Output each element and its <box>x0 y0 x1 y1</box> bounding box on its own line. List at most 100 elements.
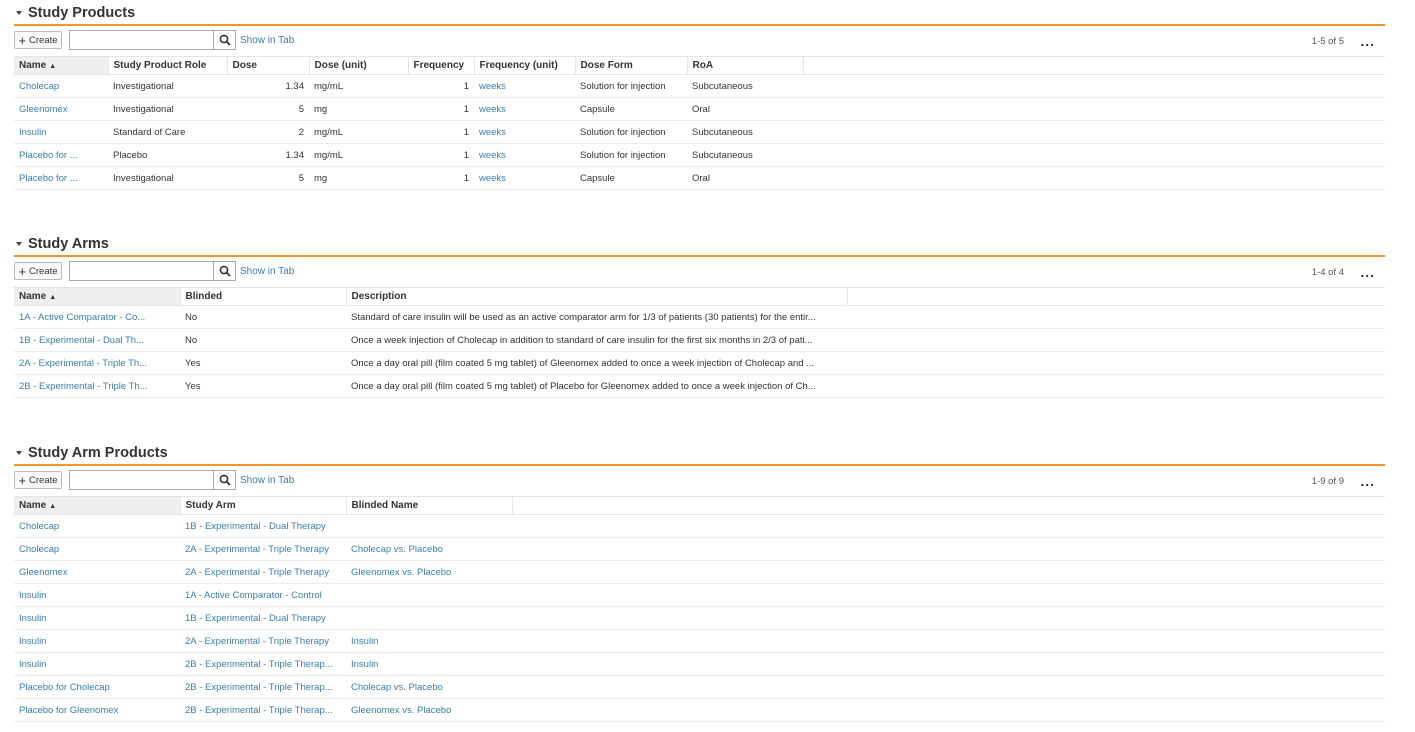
cell-frequency: 1 <box>408 97 474 121</box>
section-toolbar: + Create Show in Tab 1-4 of 4 ... <box>14 257 1385 288</box>
column-header-dose[interactable]: Dose <box>227 57 310 75</box>
table-row: Placebo for ... Placebo 1.34 mg/mL 1 wee… <box>14 143 1385 167</box>
blinded-name-link[interactable] <box>346 514 512 538</box>
create-button[interactable]: + Create <box>14 31 62 49</box>
study-arm-link[interactable]: 1A - Active Comparator - Control <box>180 583 346 607</box>
product-name-link[interactable]: Gleenomex <box>14 97 108 121</box>
create-button[interactable]: + Create <box>14 262 62 280</box>
sort-asc-icon: ▲ <box>49 294 57 301</box>
search-input[interactable] <box>70 31 213 49</box>
section-title: Study Arms <box>28 236 109 252</box>
search-icon[interactable] <box>213 471 235 489</box>
show-in-tab-link[interactable]: Show in Tab <box>240 475 294 486</box>
column-header-description[interactable]: Description <box>346 288 848 306</box>
study-arm-link[interactable]: 2A - Experimental - Triple Therapy <box>180 537 346 561</box>
study-arm-link[interactable]: 2B - Experimental - Triple Therap... <box>180 698 346 722</box>
product-name-link[interactable]: Cholecap <box>14 74 108 98</box>
arm-product-name-link[interactable]: Insulin <box>14 629 180 653</box>
cell-blinded: Yes <box>180 351 346 375</box>
arm-product-name-link[interactable]: Placebo for Cholecap <box>14 675 180 699</box>
product-name-link[interactable]: Placebo for ... <box>14 166 108 190</box>
arm-product-name-link[interactable]: Insulin <box>14 606 180 630</box>
blinded-name-link[interactable]: Insulin <box>346 629 512 653</box>
collapse-caret-icon[interactable] <box>16 242 22 246</box>
cell-frequency: 1 <box>408 166 474 190</box>
collapse-caret-icon[interactable] <box>16 11 22 15</box>
cell-filler <box>847 305 1385 329</box>
study-arm-link[interactable]: 1B - Experimental - Dual Therapy <box>180 514 346 538</box>
frequency-unit-link[interactable]: weeks <box>474 120 575 144</box>
column-header-study-arm[interactable]: Study Arm <box>180 497 347 515</box>
more-actions-icon[interactable]: ... <box>1360 34 1375 48</box>
study-arm-link[interactable]: 2B - Experimental - Triple Therap... <box>180 652 346 676</box>
column-header-name[interactable]: Name ▲ <box>14 57 109 75</box>
cell-role: Standard of Care <box>108 120 227 144</box>
search-input[interactable] <box>70 471 213 489</box>
arm-product-name-link[interactable]: Insulin <box>14 583 180 607</box>
product-name-link[interactable]: Placebo for ... <box>14 143 108 167</box>
cell-dose-form: Solution for injection <box>575 74 687 98</box>
cell-roa: Subcutaneous <box>687 143 803 167</box>
arm-name-link[interactable]: 2A - Experimental - Triple Th... <box>14 351 180 375</box>
column-header-frequency[interactable]: Frequency <box>408 57 475 75</box>
show-in-tab-link[interactable]: Show in Tab <box>240 35 294 46</box>
blinded-name-link[interactable]: Cholecap vs. Placebo <box>346 537 512 561</box>
table-row: Placebo for ... Investigational 5 mg 1 w… <box>14 166 1385 190</box>
arm-product-name-link[interactable]: Placebo for Gleenomex <box>14 698 180 722</box>
blinded-name-link[interactable]: Cholecap vs. Placebo <box>346 675 512 699</box>
column-header-role[interactable]: Study Product Role <box>108 57 228 75</box>
column-header-dose-form[interactable]: Dose Form <box>575 57 688 75</box>
blinded-name-link[interactable]: Insulin <box>346 652 512 676</box>
section-toolbar: + Create Show in Tab 1-5 of 5 ... <box>14 26 1385 57</box>
arm-product-name-link[interactable]: Gleenomex <box>14 560 180 584</box>
more-actions-icon[interactable]: ... <box>1360 265 1375 279</box>
header-label: Name <box>19 60 47 71</box>
column-header-frequency-unit[interactable]: Frequency (unit) <box>474 57 576 75</box>
more-actions-icon[interactable]: ... <box>1360 474 1375 488</box>
arm-product-name-link[interactable]: Cholecap <box>14 514 180 538</box>
show-in-tab-link[interactable]: Show in Tab <box>240 266 294 277</box>
table-row: Gleenomex Investigational 5 mg 1 weeks C… <box>14 97 1385 121</box>
cell-dose: 2 <box>227 120 309 144</box>
blinded-name-link[interactable] <box>346 583 512 607</box>
study-arm-link[interactable]: 2B - Experimental - Triple Therap... <box>180 675 346 699</box>
collapse-caret-icon[interactable] <box>16 451 22 455</box>
column-header-dose-unit[interactable]: Dose (unit) <box>309 57 409 75</box>
frequency-unit-link[interactable]: weeks <box>474 97 575 121</box>
cell-description: Once a day oral pill (film coated 5 mg t… <box>346 374 847 398</box>
blinded-name-link[interactable]: Gleenomex vs. Placebo <box>346 698 512 722</box>
column-header-roa[interactable]: RoA <box>687 57 804 75</box>
cell-description: Once a day oral pill (film coated 5 mg t… <box>346 351 847 375</box>
search-icon[interactable] <box>213 262 235 280</box>
cell-filler <box>512 652 1385 676</box>
cell-dose: 5 <box>227 97 309 121</box>
search-input[interactable] <box>70 262 213 280</box>
create-label: Create <box>29 474 58 486</box>
study-arm-link[interactable]: 1B - Experimental - Dual Therapy <box>180 606 346 630</box>
frequency-unit-link[interactable]: weeks <box>474 74 575 98</box>
product-name-link[interactable]: Insulin <box>14 120 108 144</box>
search-icon[interactable] <box>213 31 235 49</box>
cell-blinded: No <box>180 328 346 352</box>
cell-filler <box>512 629 1385 653</box>
blinded-name-link[interactable] <box>346 606 512 630</box>
column-header-blinded[interactable]: Blinded <box>180 288 347 306</box>
frequency-unit-link[interactable]: weeks <box>474 166 575 190</box>
column-header-name[interactable]: Name ▲ <box>14 497 181 515</box>
column-header-name[interactable]: Name ▲ <box>14 288 181 306</box>
arm-name-link[interactable]: 1A - Active Comparator - Co... <box>14 305 180 329</box>
frequency-unit-link[interactable]: weeks <box>474 143 575 167</box>
table-row: Insulin Standard of Care 2 mg/mL 1 weeks… <box>14 120 1385 144</box>
arm-product-name-link[interactable]: Insulin <box>14 652 180 676</box>
arm-name-link[interactable]: 1B - Experimental - Dual Th... <box>14 328 180 352</box>
arm-name-link[interactable]: 2B - Experimental - Triple Th... <box>14 374 180 398</box>
study-arm-link[interactable]: 2A - Experimental - Triple Therapy <box>180 560 346 584</box>
create-button[interactable]: + Create <box>14 471 62 489</box>
column-header-blinded-name[interactable]: Blinded Name <box>346 497 513 515</box>
create-label: Create <box>29 265 58 277</box>
cell-blinded: No <box>180 305 346 329</box>
cell-filler <box>847 374 1385 398</box>
study-arm-link[interactable]: 2A - Experimental - Triple Therapy <box>180 629 346 653</box>
arm-product-name-link[interactable]: Cholecap <box>14 537 180 561</box>
blinded-name-link[interactable]: Gleenomex vs. Placebo <box>346 560 512 584</box>
